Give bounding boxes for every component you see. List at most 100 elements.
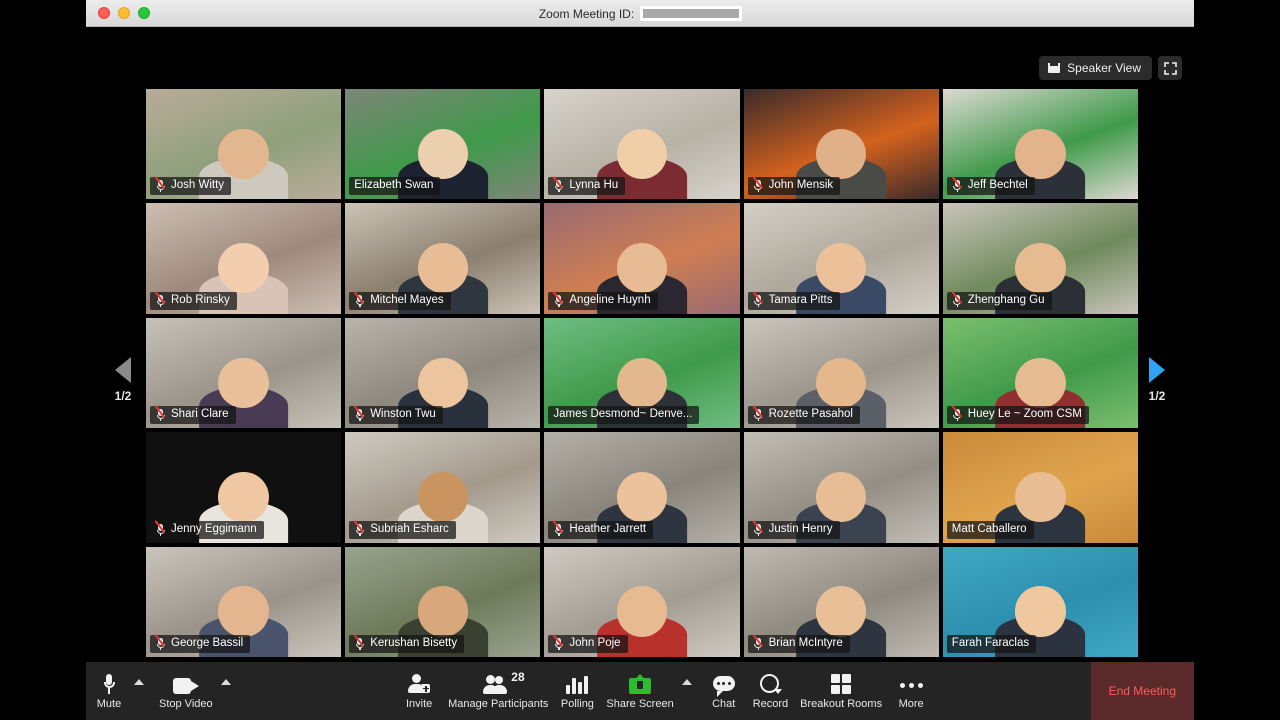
toolbar-left-group: Mute Stop Video xyxy=(86,662,240,720)
participant-name: Jeff Bechtel xyxy=(967,179,1028,192)
toolbar-button-record[interactable]: Record xyxy=(747,672,794,710)
record-circle-icon xyxy=(759,672,783,694)
toolbar-button-label: Record xyxy=(752,698,789,710)
participant-tile[interactable]: Lynna Hu xyxy=(544,89,740,200)
chevron-up-icon[interactable] xyxy=(220,679,231,685)
muted-microphone-icon xyxy=(353,519,365,536)
speaker-view-button[interactable]: Speaker View xyxy=(1039,56,1152,80)
participant-tile[interactable]: Justin Henry xyxy=(743,432,939,543)
muted-microphone-icon xyxy=(951,176,963,193)
participant-tile[interactable]: Subriah Esharc xyxy=(345,432,541,543)
toolbar-button-chat[interactable]: Chat xyxy=(701,672,747,710)
participant-tile[interactable]: George Bassil xyxy=(146,546,342,657)
participant-tile[interactable]: Tamara Pitts xyxy=(743,203,939,314)
microphone-icon xyxy=(103,672,115,694)
close-window-button[interactable] xyxy=(98,7,110,19)
participant-tile[interactable]: Jenny Eggimann xyxy=(146,432,342,543)
toolbar-button-stop-video[interactable]: Stop Video xyxy=(153,672,219,710)
participant-tile[interactable]: Huey Le ~ Zoom CSM xyxy=(942,317,1138,429)
participant-name: Winston Twu xyxy=(370,408,436,421)
participant-nameplate: Zhenghang Gu xyxy=(946,290,1052,310)
participant-nameplate: Farah Faraclas xyxy=(946,635,1037,653)
toolbar-item-wrap: Chat xyxy=(701,672,747,710)
minimize-window-button[interactable] xyxy=(118,7,130,19)
participant-tile[interactable]: Zhenghang Gu xyxy=(942,203,1138,314)
page-indicator-left: 1/2 xyxy=(114,389,132,403)
toolbar-button-label: Manage Participants xyxy=(448,698,549,710)
participant-tile[interactable]: Shari Clare xyxy=(146,317,342,429)
participant-tile[interactable]: Rob Rinsky xyxy=(146,203,342,314)
video-camera-icon xyxy=(172,672,199,694)
participant-name: Lynna Hu xyxy=(569,179,619,192)
meeting-id-redacted-value xyxy=(640,6,743,21)
toolbar-button-polling[interactable]: Polling xyxy=(554,672,600,710)
participant-name: James Desmond~ Denve... xyxy=(553,408,693,421)
participant-tile[interactable]: Angeline Huynh xyxy=(544,203,740,314)
muted-microphone-icon xyxy=(751,290,764,307)
participant-tile[interactable]: Jeff Bechtel xyxy=(942,89,1138,200)
speaker-view-label: Speaker View xyxy=(1067,61,1141,75)
participant-gallery-grid: Josh Witty Elizabeth Swan Lynna Hu John Men… xyxy=(146,89,1138,657)
muted-microphone-icon xyxy=(154,176,166,193)
window-titlebar: Zoom Meeting ID: xyxy=(86,0,1194,27)
participant-nameplate: Jenny Eggimann xyxy=(150,519,264,539)
toolbar-button-invite[interactable]: Invite xyxy=(396,672,442,710)
participant-tile[interactable]: Kerushan Bisetty xyxy=(345,546,541,657)
polling-bars-icon xyxy=(566,672,589,694)
chevron-up-icon[interactable] xyxy=(681,679,692,685)
previous-page-button[interactable]: 1/2 xyxy=(100,357,146,403)
page-indicator-right: 1/2 xyxy=(1148,389,1166,403)
window-title: Zoom Meeting ID: xyxy=(86,0,1194,27)
toolbar-button-share-screen[interactable]: Share Screen xyxy=(600,672,679,710)
next-page-button[interactable]: 1/2 xyxy=(1134,357,1180,403)
toolbar-item-wrap: Breakout Rooms xyxy=(794,672,888,710)
toolbar-button-label: Breakout Rooms xyxy=(800,698,883,710)
toolbar-button-manage-participants[interactable]: 28 Manage Participants xyxy=(442,670,554,710)
participant-tile[interactable]: James Desmond~ Denve... xyxy=(544,317,740,429)
toolbar-item-wrap: Record xyxy=(747,672,794,710)
participant-nameplate: Subriah Esharc xyxy=(349,519,456,539)
participants-icon: 28 xyxy=(483,670,525,694)
muted-microphone-icon xyxy=(353,634,365,650)
participant-name: Elizabeth Swan xyxy=(354,179,434,192)
participant-tile[interactable]: Josh Witty xyxy=(146,89,342,200)
participant-tile[interactable]: Farah Faraclas xyxy=(942,546,1138,657)
toolbar-button-breakout-rooms[interactable]: Breakout Rooms xyxy=(794,672,888,710)
muted-microphone-icon xyxy=(552,519,564,536)
participant-nameplate: Winston Twu xyxy=(349,405,443,425)
participant-tile[interactable]: Mitchel Mayes xyxy=(345,203,541,314)
toolbar-button-label: More xyxy=(898,698,924,710)
participant-tile[interactable]: Winston Twu xyxy=(345,317,541,429)
muted-microphone-icon xyxy=(751,176,764,193)
enter-fullscreen-icon xyxy=(1163,61,1177,75)
muted-microphone-icon xyxy=(552,634,564,650)
participant-nameplate: Rob Rinsky xyxy=(150,290,237,310)
participant-name: Rob Rinsky xyxy=(171,293,230,306)
participant-tile[interactable]: John Mensik xyxy=(743,89,939,200)
participant-tile[interactable]: John Poje xyxy=(544,546,740,657)
participant-tile[interactable]: Matt Caballero xyxy=(942,432,1138,543)
muted-microphone-icon xyxy=(951,405,963,422)
participant-tile[interactable]: Elizabeth Swan xyxy=(345,89,541,200)
toolbar-button-more[interactable]: More xyxy=(888,672,934,710)
participant-name: Mitchel Mayes xyxy=(370,293,444,306)
participant-name: Justin Henry xyxy=(768,522,833,535)
muted-microphone-icon xyxy=(154,405,166,422)
toolbar-item-wrap: Stop Video xyxy=(153,672,240,710)
participant-tile[interactable]: Brian McIntyre xyxy=(743,546,939,657)
enter-fullscreen-button[interactable] xyxy=(1158,56,1182,80)
participant-tile[interactable]: Rozette Pasahol xyxy=(743,317,939,429)
participant-name: Huey Le ~ Zoom CSM xyxy=(967,408,1082,421)
chevron-up-icon[interactable] xyxy=(134,679,144,685)
toolbar-button-label: Mute xyxy=(96,698,122,710)
muted-microphone-icon xyxy=(751,405,764,422)
end-meeting-button[interactable]: End Meeting xyxy=(1090,662,1194,720)
participant-nameplate: Rozette Pasahol xyxy=(747,405,860,425)
participant-nameplate: Huey Le ~ Zoom CSM xyxy=(946,405,1089,425)
muted-microphone-icon xyxy=(353,290,365,307)
zoom-window-button[interactable] xyxy=(138,7,150,19)
participant-tile[interactable]: Heather Jarrett xyxy=(544,432,740,543)
toolbar-button-mute[interactable]: Mute xyxy=(86,672,132,710)
toolbar-item-wrap: Invite xyxy=(396,672,442,710)
grid-view-icon xyxy=(1048,63,1061,73)
